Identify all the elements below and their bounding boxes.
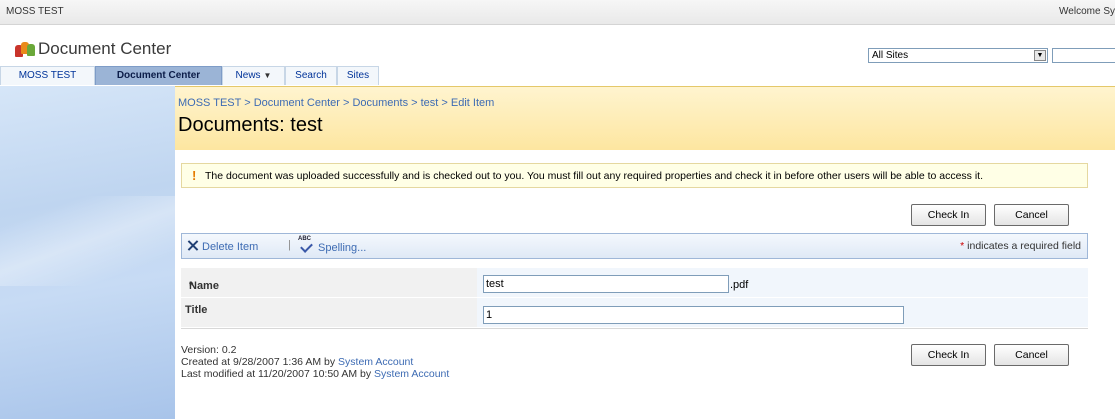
toolbar-separator: |	[288, 239, 291, 251]
site-name[interactable]: MOSS TEST	[6, 6, 64, 17]
status-message-text: The document was uploaded successfully a…	[205, 170, 984, 182]
status-message: ! The document was uploaded successfully…	[181, 163, 1088, 188]
cancel-button-top[interactable]: Cancel	[994, 204, 1069, 226]
item-metadata: Version: 0.2 Created at 9/28/2007 1:36 A…	[181, 344, 449, 380]
created-by-link[interactable]: System Account	[338, 356, 413, 368]
page-title-area: MOSS TEST > Document Center > Documents …	[175, 86, 1115, 150]
cancel-button-bottom[interactable]: Cancel	[994, 344, 1069, 366]
name-field-cell: .pdf	[477, 268, 1088, 297]
welcome-menu[interactable]: Welcome Sy	[1059, 6, 1115, 17]
tab-search[interactable]: Search	[285, 66, 337, 85]
required-star: *	[960, 240, 965, 252]
site-title[interactable]: Document Center	[38, 39, 171, 59]
form-row-name: Name * .pdf	[181, 268, 1088, 299]
required-note-text: indicates a required field	[967, 240, 1081, 252]
modified-line: Last modified at 11/20/2007 10:50 AM by …	[181, 368, 449, 380]
tab-label: Sites	[346, 70, 370, 81]
search-scope-value: All Sites	[872, 50, 909, 61]
spelling-label: Spelling...	[318, 242, 367, 254]
page-title: Documents: test	[178, 114, 323, 136]
name-label-cell: Name *	[181, 268, 477, 297]
warning-icon: !	[192, 168, 197, 183]
tab-label: News	[235, 70, 261, 81]
tab-document-center[interactable]: Document Center	[95, 66, 222, 85]
form-toolbar: Delete Item | ABC Spelling... * indicates…	[181, 233, 1088, 259]
dropdown-arrow-icon[interactable]: ▼	[1034, 50, 1046, 61]
check-in-button-bottom[interactable]: Check In	[911, 344, 986, 366]
required-star: *	[189, 280, 194, 292]
delete-item-label: Delete Item	[202, 241, 259, 253]
spelling-button[interactable]: ABC Spelling...	[298, 236, 367, 254]
name-extension: .pdf	[730, 279, 749, 291]
search-scope-select[interactable]: All Sites ▼	[868, 48, 1048, 63]
breadcrumb[interactable]: MOSS TEST > Document Center > Documents …	[178, 97, 494, 109]
tab-label: Document Center	[116, 70, 201, 81]
delete-icon	[187, 240, 198, 251]
site-logo-icon	[15, 41, 35, 57]
tab-news[interactable]: News ▼	[222, 66, 285, 85]
modified-text: Last modified at 11/20/2007 10:50 AM by	[181, 368, 372, 380]
top-bar: MOSS TEST Welcome Sy	[0, 0, 1115, 25]
tab-label: Search	[295, 70, 327, 81]
chevron-down-icon: ▼	[263, 71, 272, 80]
title-label-cell: Title	[181, 298, 477, 327]
tab-label: MOSS TEST	[18, 70, 77, 81]
version-text: Version: 0.2	[181, 344, 237, 356]
name-label: Name	[189, 280, 219, 292]
form-row-title: Title	[181, 298, 1088, 329]
search-input[interactable]	[1052, 48, 1115, 63]
left-navigation-pane	[0, 86, 175, 419]
check-in-button-top[interactable]: Check In	[911, 204, 986, 226]
name-input[interactable]	[483, 275, 729, 293]
title-label: Title	[185, 304, 208, 316]
created-line: Created at 9/28/2007 1:36 AM by System A…	[181, 356, 449, 368]
modified-by-link[interactable]: System Account	[374, 368, 449, 380]
tab-sites[interactable]: Sites	[337, 66, 379, 85]
created-text: Created at 9/28/2007 1:36 AM by	[181, 356, 336, 368]
tab-moss-test[interactable]: MOSS TEST	[0, 66, 95, 85]
spelling-icon: ABC	[298, 236, 314, 253]
delete-item-button[interactable]: Delete Item	[187, 240, 258, 253]
required-field-note: * indicates a required field	[960, 240, 1081, 252]
title-input[interactable]	[483, 306, 904, 324]
title-field-cell	[477, 298, 1088, 327]
